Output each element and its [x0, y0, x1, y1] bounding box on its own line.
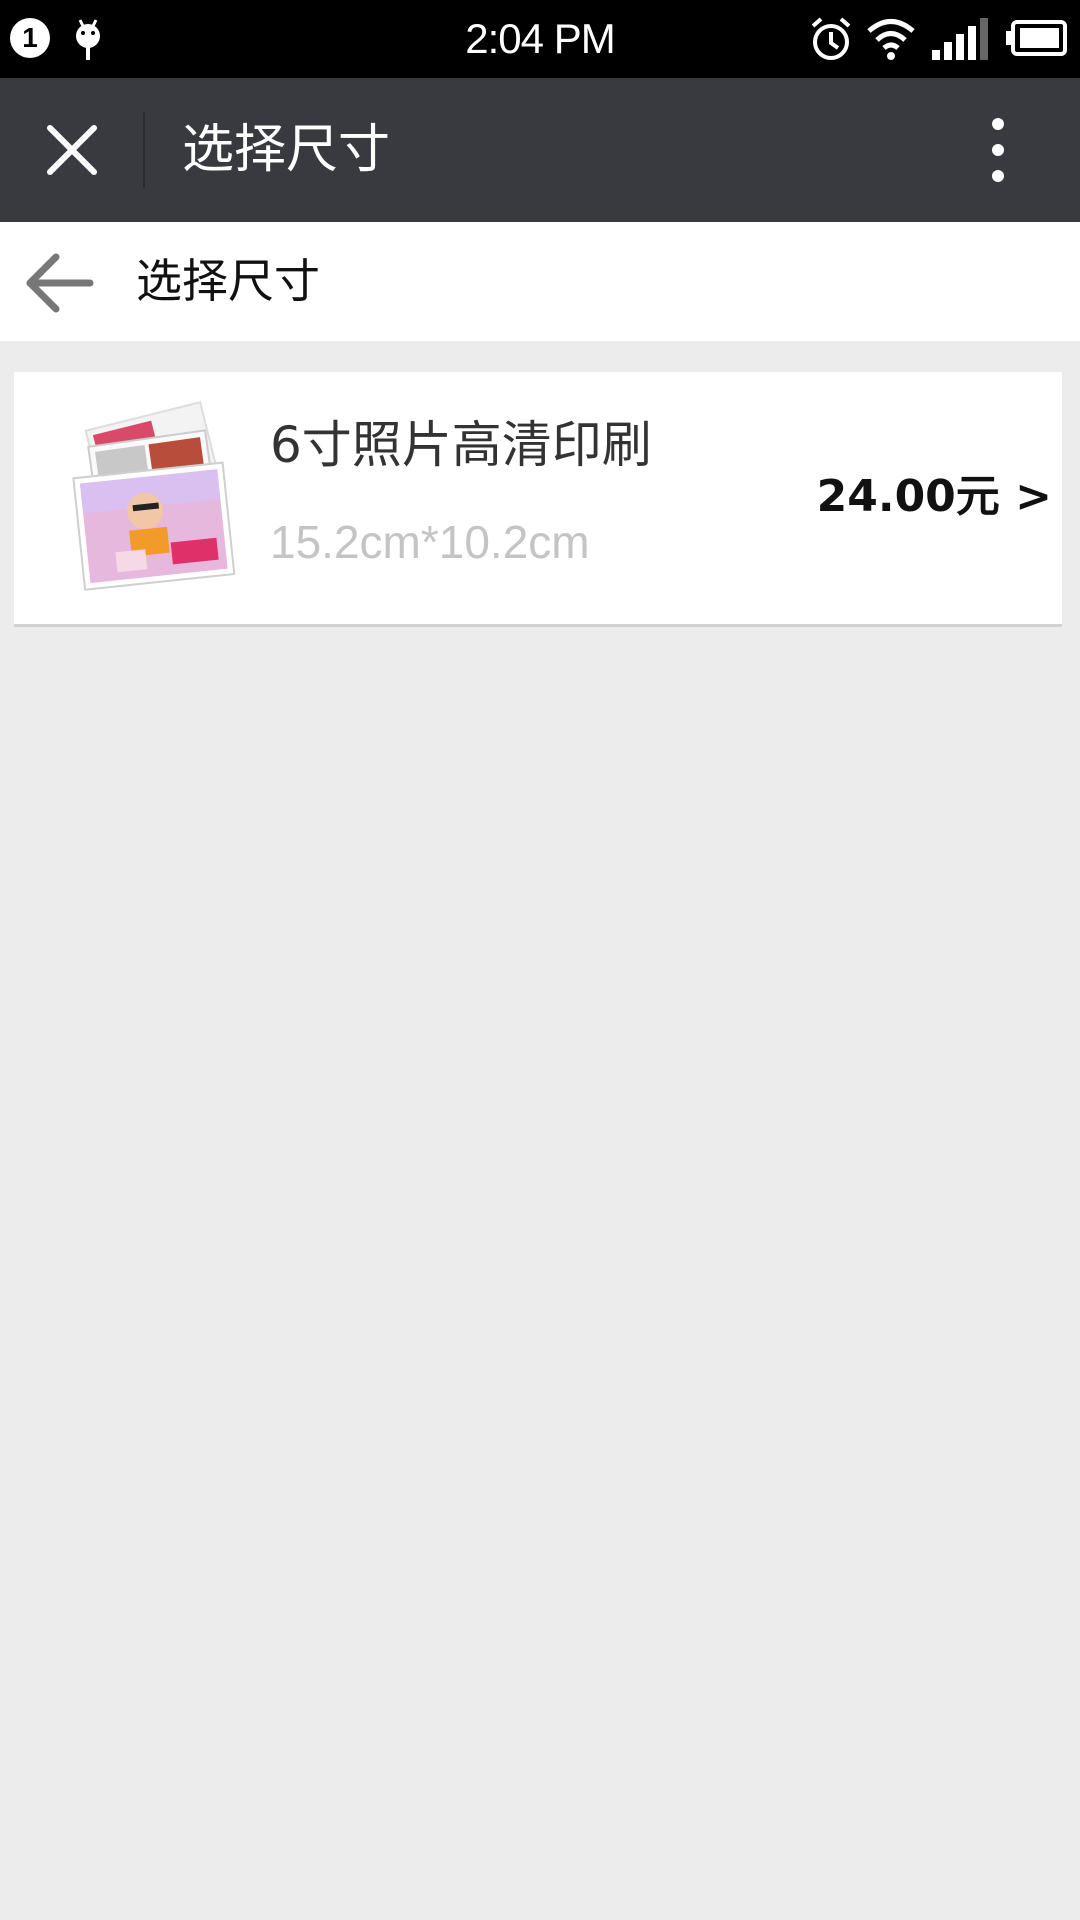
product-item[interactable]: 6寸照片高清印刷 15.2cm*10.2cm 24.00元 >: [14, 372, 1062, 627]
battery-icon: [1006, 20, 1067, 56]
product-size: 15.2cm*10.2cm: [270, 516, 590, 568]
signal-icon: [932, 18, 988, 60]
status-time: 2:04 PM: [465, 15, 615, 62]
sub-header: 选择尺寸: [0, 222, 1080, 341]
page-title: 选择尺寸: [182, 120, 391, 180]
close-icon[interactable]: [36, 120, 108, 180]
sub-header-title: 选择尺寸: [136, 254, 320, 308]
title-divider: [143, 112, 145, 188]
title-bar: 选择尺寸: [0, 78, 1080, 222]
product-price[interactable]: 24.00元 >: [817, 462, 1052, 532]
more-vertical-icon[interactable]: [974, 114, 1022, 186]
product-name: 6寸照片高清印刷: [270, 416, 652, 474]
wifi-icon: [867, 19, 915, 60]
status-bar: 1 2:04 PM: [0, 0, 1080, 78]
alarm-icon: [811, 17, 851, 60]
photo-stack-thumbnail: [72, 401, 236, 591]
back-arrow-icon[interactable]: [24, 252, 94, 314]
